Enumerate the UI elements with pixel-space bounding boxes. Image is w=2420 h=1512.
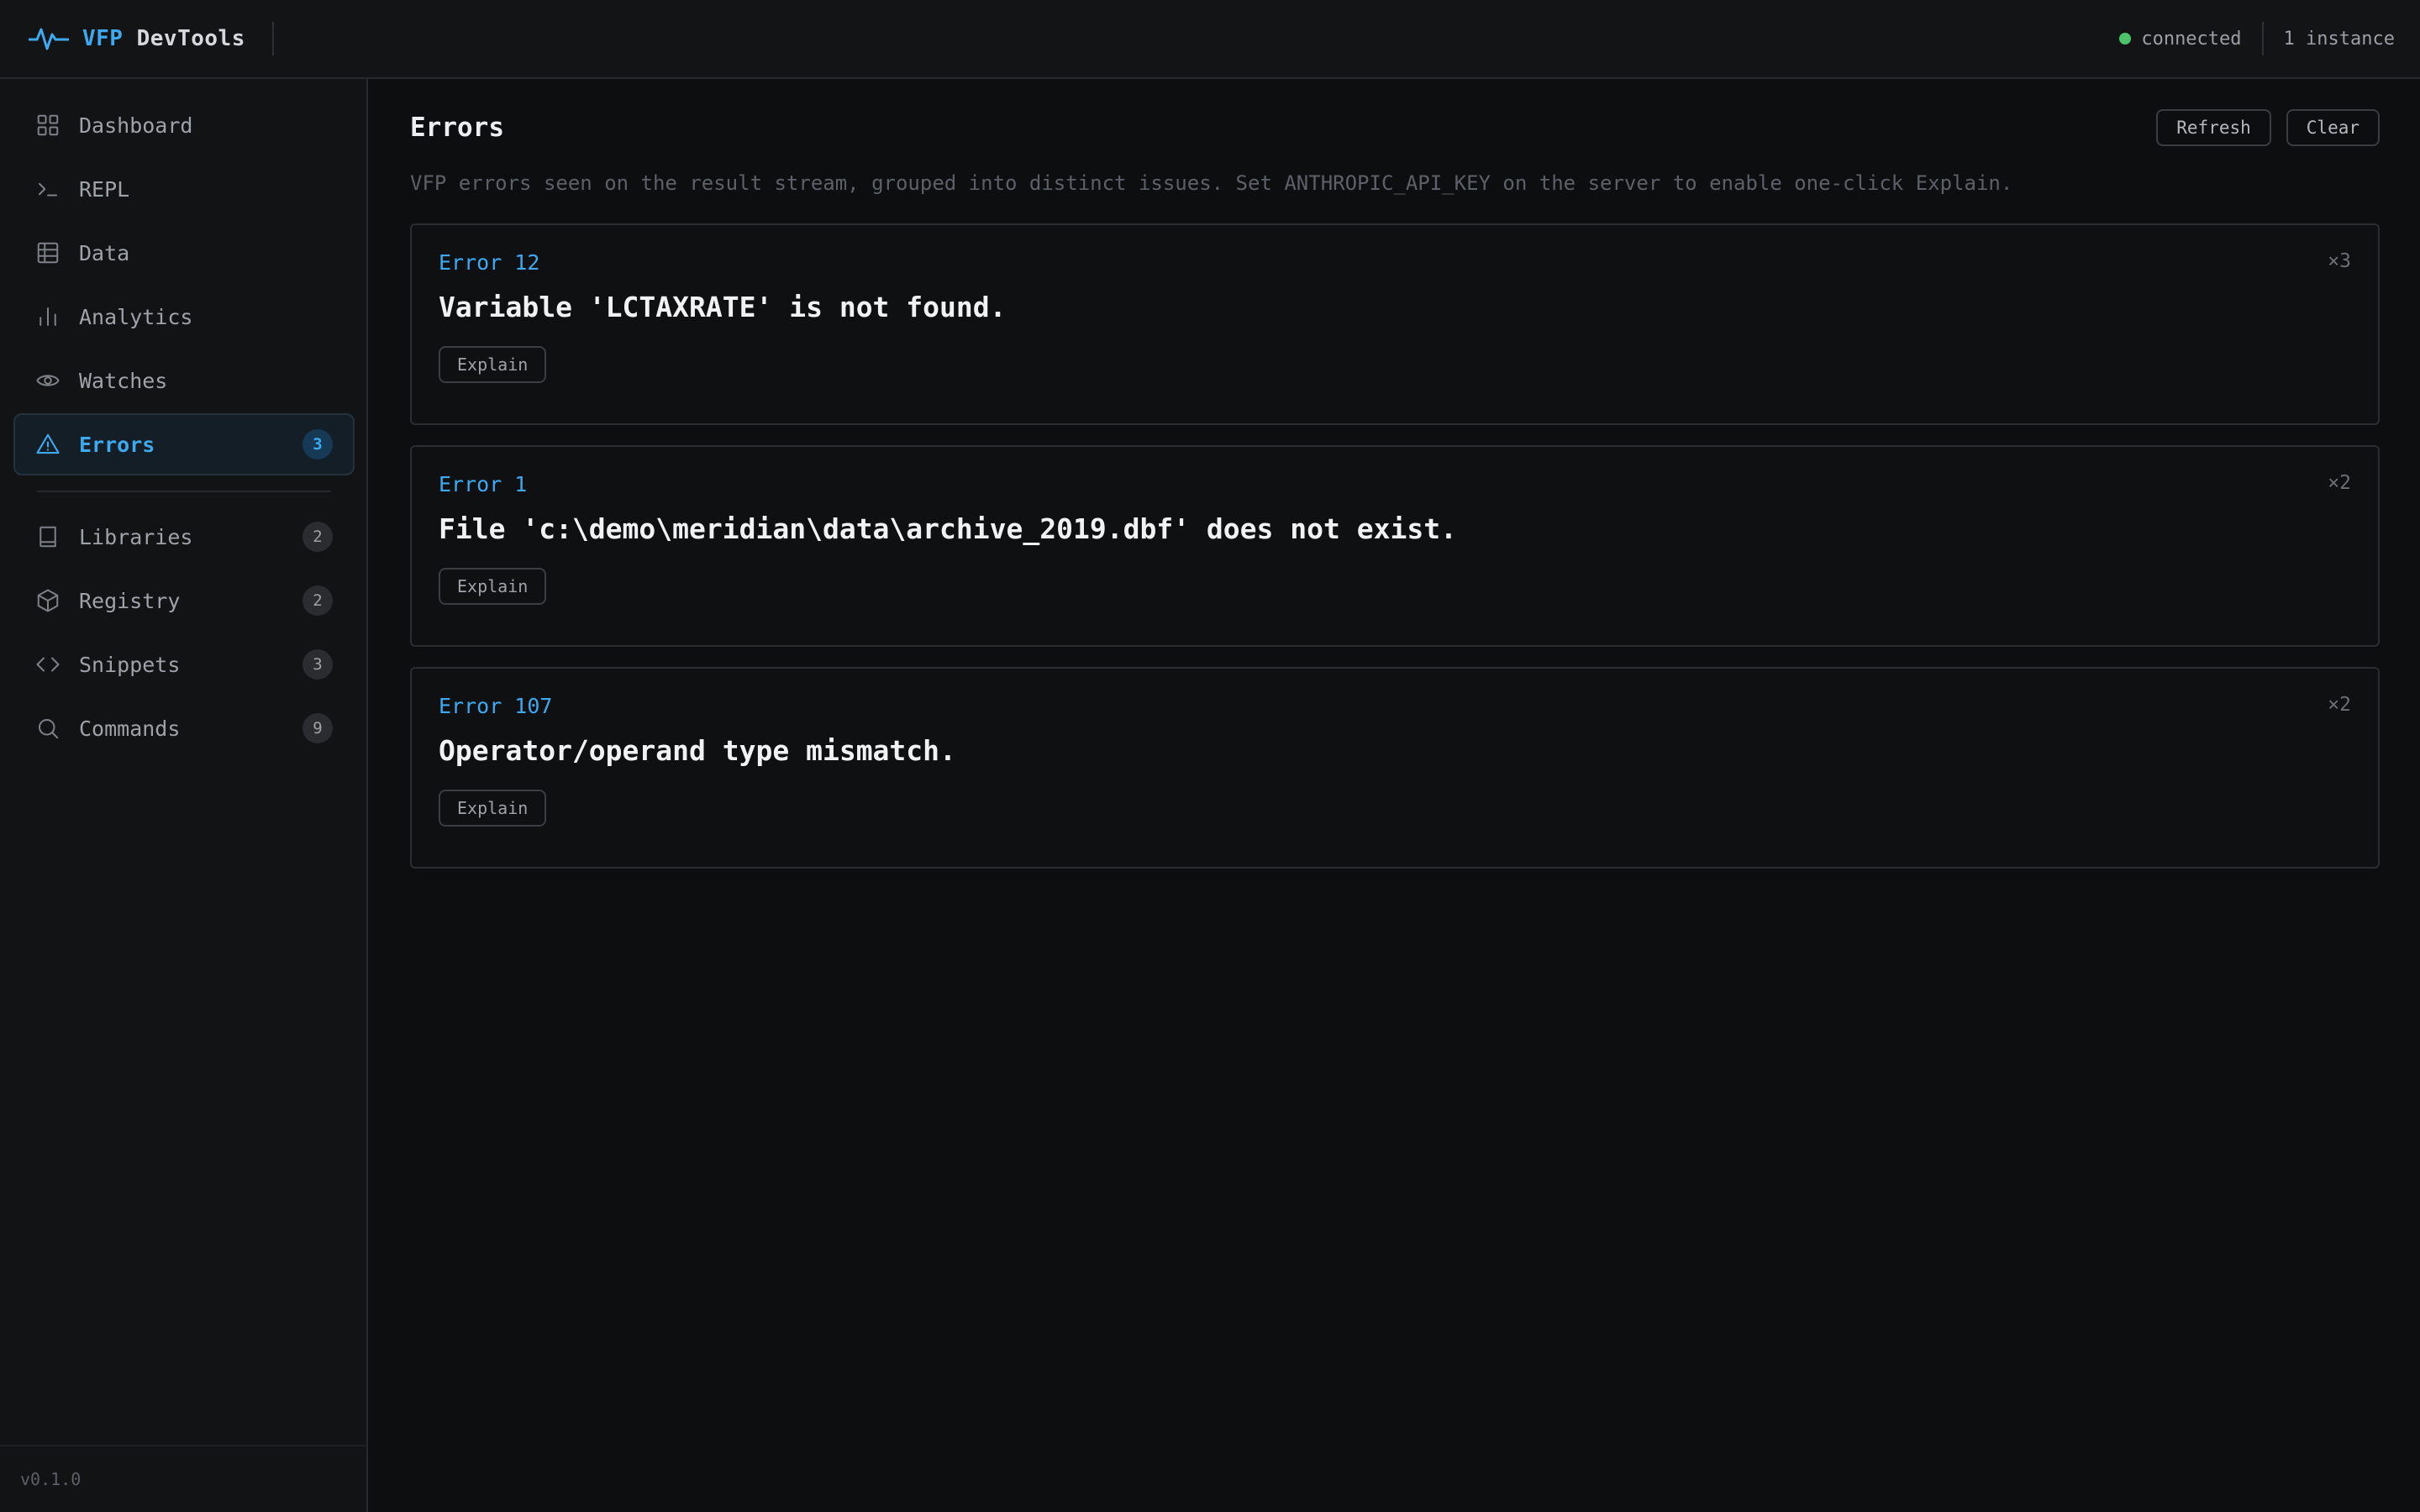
sidebar: Dashboard REPL Data Analytics Watches Er…: [0, 79, 368, 1512]
sidebar-item-label: Commands: [79, 716, 181, 741]
error-code: Error 107: [439, 694, 553, 718]
sidebar-item-registry[interactable]: Registry 2: [13, 570, 355, 632]
sidebar-item-commands[interactable]: Commands 9: [13, 697, 355, 759]
sidebar-item-libraries[interactable]: Libraries 2: [13, 506, 355, 568]
brand-divider: [271, 22, 274, 55]
sidebar-divider: [37, 491, 331, 492]
error-card: Error 107 ×2 Operator/operand type misma…: [410, 667, 2380, 869]
sidebar-item-label: Libraries: [79, 524, 193, 549]
sidebar-item-label: REPL: [79, 176, 130, 202]
sidebar-item-snippets[interactable]: Snippets 3: [13, 633, 355, 696]
explain-button[interactable]: Explain: [439, 346, 547, 383]
count-badge: 3: [302, 649, 333, 680]
sidebar-item-data[interactable]: Data: [13, 222, 355, 284]
count-badge: 9: [302, 713, 333, 743]
sidebar-item-label: Watches: [79, 368, 168, 393]
sidebar-item-errors[interactable]: Errors 3: [13, 413, 355, 475]
sidebar-item-label: Analytics: [79, 304, 193, 329]
error-card: Error 1 ×2 File 'c:\demo\meridian\data\a…: [410, 445, 2380, 647]
pulse-icon: [29, 28, 69, 50]
error-message: Operator/operand type mismatch.: [439, 734, 956, 767]
header-actions: Refresh Clear: [2156, 109, 2380, 146]
cube-icon: [37, 589, 59, 612]
warning-triangle-icon: [36, 433, 60, 454]
instance-count[interactable]: 1 instance: [2284, 29, 2395, 50]
error-message: File 'c:\demo\meridian\data\archive_2019…: [439, 512, 1457, 545]
eye-icon: [36, 375, 60, 386]
count-badge: 2: [302, 522, 333, 552]
count-badge: 3: [302, 429, 333, 459]
error-count: ×2: [2328, 472, 2351, 494]
main-content: Errors Refresh Clear VFP errors seen on …: [370, 81, 2420, 1512]
version-label: v0.1.0: [0, 1445, 366, 1512]
code-brackets-icon: [36, 657, 60, 672]
status-dot: [2119, 33, 2132, 45]
error-count: ×2: [2328, 694, 2351, 716]
status-divider: [2261, 22, 2264, 55]
explain-button[interactable]: Explain: [439, 568, 547, 605]
sidebar-item-label: Dashboard: [79, 113, 193, 138]
sidebar-item-watches[interactable]: Watches: [13, 349, 355, 412]
brand-accent: VFP: [82, 26, 124, 51]
grid-icon: [37, 114, 59, 136]
sidebar-item-repl[interactable]: REPL: [13, 158, 355, 220]
explain-button[interactable]: Explain: [439, 790, 547, 827]
brand-rest: DevTools: [136, 26, 245, 51]
clear-button[interactable]: Clear: [2286, 109, 2380, 146]
sidebar-item-dashboard[interactable]: Dashboard: [13, 94, 355, 156]
refresh-button[interactable]: Refresh: [2156, 109, 2271, 146]
sidebar-item-label: Data: [79, 240, 130, 265]
error-message: Variable 'LCTAXRATE' is not found.: [439, 291, 1007, 323]
page-description: VFP errors seen on the result stream, gr…: [410, 171, 2013, 195]
book-icon: [39, 526, 56, 548]
top-bar: VFP DevTools connected 1 instance: [0, 0, 2420, 79]
table-icon: [37, 242, 59, 264]
sidebar-item-label: Errors: [79, 432, 155, 457]
sidebar-item-analytics[interactable]: Analytics: [13, 286, 355, 348]
error-card: Error 12 ×3 Variable 'LCTAXRATE' is not …: [410, 223, 2380, 425]
sidebar-item-label: Registry: [79, 588, 181, 613]
error-count: ×3: [2328, 250, 2351, 272]
bar-chart-icon: [39, 307, 56, 326]
sidebar-item-label: Snippets: [79, 652, 181, 677]
count-badge: 2: [302, 585, 333, 616]
page-title: Errors: [410, 113, 504, 143]
status-text: connected: [2141, 28, 2242, 50]
error-code: Error 12: [439, 250, 540, 275]
search-icon: [39, 719, 59, 739]
terminal-icon: [39, 182, 57, 197]
error-code: Error 1: [439, 472, 528, 496]
brand-name: VFP DevTools: [82, 26, 245, 51]
app-root: VFP DevTools connected 1 instance Dashbo…: [0, 0, 2420, 1512]
brand[interactable]: VFP DevTools: [29, 26, 245, 51]
connection-status: connected 1 instance: [2119, 22, 2395, 55]
